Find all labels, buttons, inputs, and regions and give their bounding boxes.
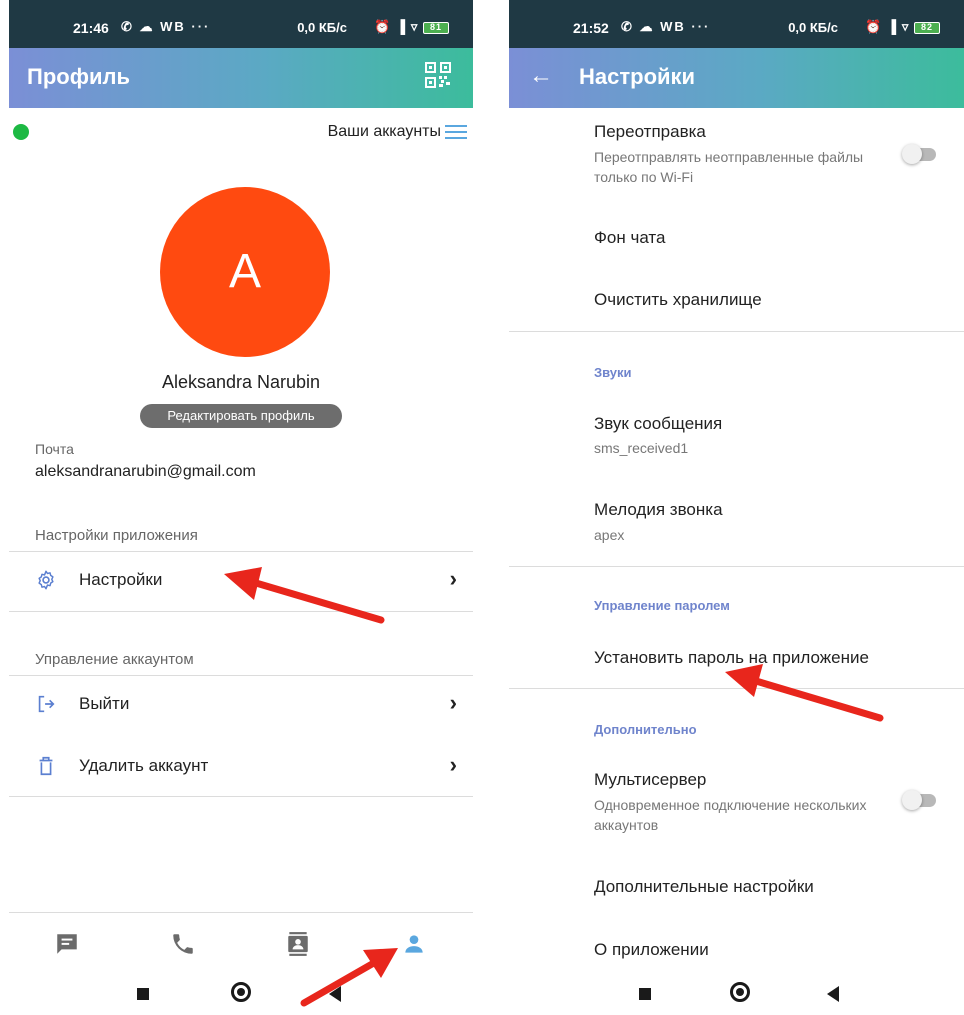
avatar[interactable]: A (160, 187, 330, 357)
arrow-left-icon[interactable]: ← (529, 62, 553, 90)
additional-settings-item[interactable]: Дополнительные настройки (594, 877, 814, 897)
app-settings-header: Настройки приложения (35, 527, 198, 544)
divider (509, 566, 964, 567)
hamburger-menu-icon (445, 125, 467, 139)
resend-title: Переотправка (594, 122, 706, 141)
page-title: Профиль (27, 64, 130, 89)
chat-icon[interactable] (54, 931, 80, 957)
email-value: aleksandranarubin@gmail.com (35, 463, 256, 480)
your-accounts-label: Ваши аккаунты (327, 123, 441, 140)
online-status-indicator (13, 124, 29, 140)
your-accounts-button[interactable]: Ваши аккаунты (328, 123, 467, 141)
status-signal-icons: ⏰ ▐ ▿ (374, 19, 419, 34)
app-bar: ← Настройки (509, 48, 964, 108)
settings-row[interactable]: Настройки › (9, 551, 473, 611)
ringtone-title: Мелодия звонка (594, 500, 723, 519)
status-system-icons: ⏰ ▐ ▿ 81 (374, 19, 449, 35)
recent-apps-button[interactable] (137, 988, 149, 1000)
page-title: Настройки (579, 64, 696, 89)
battery-icon: 81 (423, 21, 449, 34)
ringtone-value: apex (594, 527, 625, 543)
multiserver-description: Одновременное подключение нескольких акк… (594, 797, 867, 833)
settings-screen: 21:52 ✆ ☁ WB ··· 0,0 КБ/c ⏰ ▐ ▿ 82 ← Нас… (509, 0, 964, 1015)
chevron-right-icon: › (449, 566, 457, 591)
divider (9, 611, 473, 612)
divider (9, 796, 473, 797)
status-bar: 21:46 ✆ ☁ WB ··· 0,0 КБ/c ⏰ ▐ ▿ 81 (9, 0, 473, 48)
profile-screen: 21:46 ✆ ☁ WB ··· 0,0 КБ/c ⏰ ▐ ▿ 81 Профи… (9, 0, 473, 1015)
home-button[interactable] (231, 982, 251, 1002)
qr-code-icon[interactable] (425, 62, 451, 88)
status-notification-icons: ✆ ☁ WB ··· (621, 19, 711, 34)
delete-account-label: Удалить аккаунт (79, 756, 209, 775)
multiserver-title: Мультисервер (594, 770, 707, 789)
set-app-password-item[interactable]: Установить пароль на приложение (594, 648, 869, 668)
contacts-icon[interactable] (285, 931, 311, 957)
message-sound-value: sms_received1 (594, 440, 689, 456)
back-button[interactable] (329, 986, 341, 1002)
bottom-navigation (9, 912, 473, 970)
recent-apps-button[interactable] (639, 988, 651, 1000)
divider (509, 688, 964, 689)
status-network-speed: 0,0 КБ/c (297, 20, 347, 35)
phone-icon[interactable] (170, 931, 196, 957)
system-navigation-bar (9, 970, 473, 1015)
app-bar: Профиль (9, 48, 473, 108)
status-time: 21:52 (573, 20, 609, 36)
sounds-header: Звуки (594, 365, 632, 380)
delete-account-row[interactable]: Удалить аккаунт › (9, 737, 473, 797)
settings-label: Настройки (79, 570, 163, 589)
back-button[interactable] (827, 986, 839, 1002)
additional-header: Дополнительно (594, 722, 697, 737)
status-network-speed: 0,0 КБ/c (788, 20, 838, 35)
home-button[interactable] (730, 982, 750, 1002)
logout-row[interactable]: Выйти › (9, 675, 473, 735)
account-management-header: Управление аккаунтом (35, 651, 194, 668)
password-management-header: Управление паролем (594, 598, 730, 613)
resend-toggle[interactable] (902, 144, 938, 164)
trash-icon (39, 756, 53, 776)
status-bar: 21:52 ✆ ☁ WB ··· 0,0 КБ/c ⏰ ▐ ▿ 82 (509, 0, 964, 48)
battery-icon: 82 (914, 21, 940, 34)
chat-background-item[interactable]: Фон чата (594, 228, 665, 248)
profile-name: Aleksandra Narubin (161, 372, 321, 392)
divider (509, 331, 964, 332)
logout-icon (38, 695, 55, 713)
edit-profile-button[interactable]: Редактировать профиль (140, 404, 342, 428)
system-navigation-bar (509, 970, 964, 1015)
about-app-item[interactable]: О приложении (594, 940, 709, 960)
resend-description: Переотправлять неотправленные файлы толь… (594, 149, 864, 185)
email-label: Почта (35, 441, 74, 457)
logout-label: Выйти (79, 694, 130, 713)
multiserver-toggle[interactable] (902, 790, 938, 810)
status-time: 21:46 (73, 20, 109, 36)
gear-icon (38, 570, 54, 590)
status-signal-icons: ⏰ ▐ ▿ (865, 19, 910, 34)
status-notification-icons: ✆ ☁ WB ··· (121, 19, 211, 34)
chevron-right-icon: › (449, 752, 457, 777)
status-system-icons: ⏰ ▐ ▿ 82 (865, 19, 940, 35)
message-sound-title: Звук сообщения (594, 414, 723, 433)
chevron-right-icon: › (449, 690, 457, 715)
profile-icon[interactable] (401, 931, 427, 957)
clear-storage-item[interactable]: Очистить хранилище (594, 290, 762, 310)
